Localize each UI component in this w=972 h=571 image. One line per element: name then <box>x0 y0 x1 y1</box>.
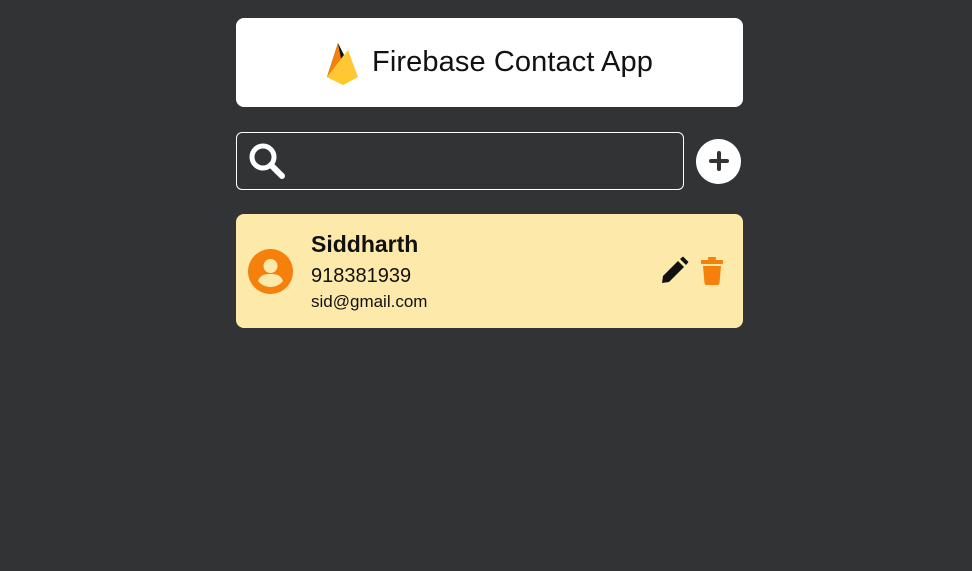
app-header: Firebase Contact App <box>236 18 743 107</box>
search-box[interactable] <box>236 132 684 190</box>
app-title: Firebase Contact App <box>372 46 653 78</box>
search-row <box>236 132 743 190</box>
add-contact-button[interactable] <box>696 138 741 184</box>
trash-icon <box>701 257 723 285</box>
contact-name: Siddharth <box>311 230 419 257</box>
delete-button[interactable] <box>697 255 727 287</box>
contact-list: Siddharth 918381939 sid@gmail.com <box>236 214 743 328</box>
plus-icon <box>707 149 731 173</box>
edit-button[interactable] <box>659 255 689 287</box>
contact-info: Siddharth 918381939 sid@gmail.com <box>311 230 659 313</box>
app-container: Firebase Contact App Siddharth 918381939… <box>236 18 743 328</box>
contact-actions <box>659 255 727 287</box>
search-icon <box>247 141 287 181</box>
pencil-icon <box>659 256 689 286</box>
search-input[interactable] <box>297 140 683 182</box>
contact-card: Siddharth 918381939 sid@gmail.com <box>236 214 743 328</box>
contact-email: sid@gmail.com <box>311 291 428 311</box>
contact-phone: 918381939 <box>311 264 412 287</box>
firebase-flame-icon <box>326 40 360 86</box>
user-circle-icon <box>248 248 293 294</box>
